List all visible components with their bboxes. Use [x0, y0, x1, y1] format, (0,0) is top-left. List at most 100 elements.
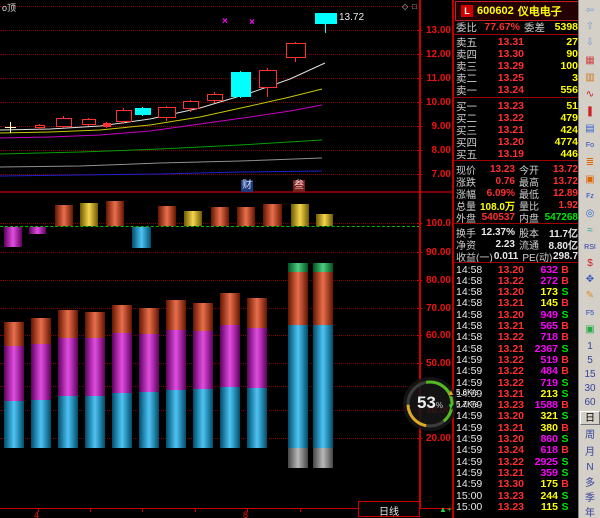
info-value: 13.72 — [539, 176, 578, 187]
last-price-label: 13.72 — [339, 12, 364, 23]
stack-bar-segment — [139, 308, 159, 334]
period-label: 日线 — [379, 507, 399, 518]
diamond-icon[interactable]: ◇ — [402, 2, 408, 11]
stack-bar-segment — [85, 396, 105, 448]
tick-time: 14:59 — [456, 377, 487, 389]
indicator-tag[interactable]: 叁 — [293, 180, 305, 192]
tick-trade-row: 14:5913.21359S — [456, 467, 578, 478]
tick-time: 14:59 — [456, 410, 487, 422]
indicator-bar — [4, 227, 22, 247]
stack-bar-segment — [313, 448, 333, 468]
sell-volume: 100 — [524, 60, 578, 72]
move-cross-icon[interactable]: ✥ — [581, 272, 599, 287]
tick-volume: 115 — [524, 501, 558, 513]
buy-level-row[interactable]: 买五13.19446 — [456, 148, 578, 160]
fin-data-icon[interactable]: Fz — [581, 189, 599, 204]
tick-direction: B — [558, 365, 572, 377]
info-value: 13.23 — [476, 164, 515, 175]
period-多[interactable]: 多 — [580, 477, 600, 491]
buy-price: 13.23 — [482, 100, 524, 112]
green-box-icon[interactable]: ▣ — [581, 322, 599, 337]
month-label: 4 — [34, 510, 39, 518]
indicator-bar — [55, 205, 73, 226]
candlestick-chart[interactable]: o顶 ◇ □ 日线 13.0012.0011.0010.009.008.007.… — [0, 0, 452, 518]
kline-icon[interactable]: ❚ — [581, 104, 599, 119]
money-icon[interactable]: $ — [581, 256, 599, 271]
period-月[interactable]: 月 — [580, 446, 600, 460]
axis-label: 11.00 — [421, 73, 451, 84]
stack-bar-segment — [247, 328, 267, 388]
grid-line — [0, 6, 420, 7]
tick-volume: 359 — [524, 467, 558, 479]
rsi-icon[interactable]: RSI — [581, 240, 599, 255]
circle-icon[interactable]: ◎ — [581, 206, 599, 221]
grid-line — [0, 102, 420, 103]
sell-volume: 90 — [524, 48, 578, 60]
sector-list-icon[interactable]: ≣ — [581, 155, 599, 170]
tick-time: 14:58 — [456, 275, 487, 287]
period-5[interactable]: 5 — [580, 354, 600, 368]
sell-level-row[interactable]: 卖一13.24556 — [456, 84, 578, 96]
back-icon[interactable]: ⇦ — [581, 3, 599, 18]
tick-price: 13.20 — [487, 410, 524, 422]
month-label: 8 — [243, 510, 248, 518]
tick-direction: B — [558, 354, 572, 366]
tick-direction: S — [558, 501, 572, 513]
tick-trade-row: 14:5913.30175B — [456, 479, 578, 490]
ma-green — [0, 140, 322, 154]
tick-time: 15:00 — [456, 501, 487, 513]
f5-refresh-icon[interactable]: F5 — [581, 306, 599, 321]
tick-direction: B — [558, 444, 572, 456]
period-60[interactable]: 60 — [580, 396, 600, 410]
period-1[interactable]: 1 — [580, 340, 600, 354]
indicator-bar — [263, 204, 282, 226]
axis-label: 12.00 — [421, 49, 451, 60]
tick-time: 14:58 — [456, 320, 487, 332]
info-value: 540537 — [476, 212, 515, 223]
stock-code: 600602 — [477, 5, 514, 17]
tick-volume: 272 — [524, 275, 558, 287]
scroll-more-indicator[interactable]: ▲+ — [439, 505, 452, 514]
period-日[interactable]: 日 — [580, 411, 600, 425]
tick-trade-row: 14:5913.22484B — [456, 366, 578, 377]
square-icon[interactable]: □ — [412, 2, 417, 11]
stack-bar-segment — [220, 293, 240, 325]
period-N[interactable]: N — [580, 461, 600, 475]
tick-trade-row: 15:0013.23115S — [456, 501, 578, 512]
board-icon[interactable]: ▦ — [581, 53, 599, 68]
table-icon[interactable]: ▥ — [581, 70, 599, 85]
trend-line-icon[interactable]: ∿ — [581, 87, 599, 102]
block-icon[interactable]: ▣ — [581, 172, 599, 187]
wave-icon[interactable]: ≈ — [581, 223, 599, 238]
sell-signal-x-mark: × — [222, 16, 228, 27]
indicator-tag[interactable]: 财 — [241, 180, 253, 192]
stack-bar-segment — [247, 388, 267, 448]
down-arrow-icon[interactable]: ⇩ — [581, 35, 599, 50]
weicha-label: 委差 — [524, 20, 548, 35]
period-年[interactable]: 年 — [580, 507, 600, 518]
candle — [183, 101, 199, 109]
up-arrow-icon[interactable]: ⇧ — [581, 19, 599, 34]
buy-price: 13.22 — [482, 112, 524, 124]
tick-trade-row: 14:5813.21565B — [456, 321, 578, 332]
weibi-value: 77.67% — [480, 21, 520, 33]
ma-gray — [0, 158, 322, 167]
stack-bar-segment — [58, 310, 78, 338]
period-30[interactable]: 30 — [580, 382, 600, 396]
tick-price: 13.22 — [487, 456, 524, 468]
stack-bar-segment — [193, 389, 213, 448]
sell-volume: 556 — [524, 84, 578, 96]
stack-bar-segment — [166, 330, 186, 390]
buy-price: 13.19 — [482, 148, 524, 160]
f10-info-icon[interactable]: Fo — [581, 138, 599, 153]
period-15[interactable]: 15 — [580, 368, 600, 382]
pencil-icon[interactable]: ✎ — [581, 288, 599, 303]
stack-bar-segment — [139, 392, 159, 448]
stack-bar-segment — [288, 448, 308, 468]
tick-time: 14:58 — [456, 264, 487, 276]
indicator-bar — [158, 206, 176, 226]
quote-grid-icon[interactable]: ▤ — [581, 121, 599, 136]
period-周[interactable]: 周 — [580, 429, 600, 443]
period-季[interactable]: 季 — [580, 492, 600, 506]
axis-label: 100.0 — [421, 218, 451, 229]
